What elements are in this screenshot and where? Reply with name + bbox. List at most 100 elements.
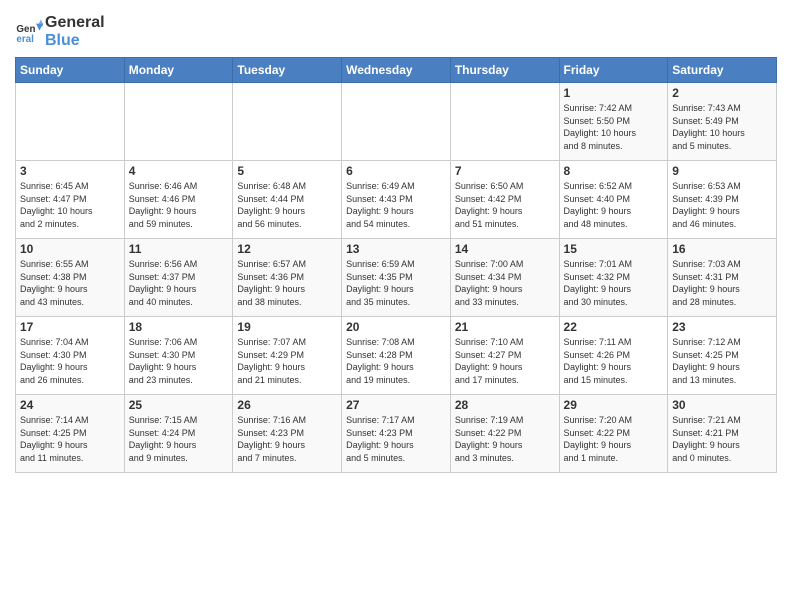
calendar-cell: 2 Sunrise: 7:43 AM Sunset: 5:49 PM Daylig… <box>668 83 777 161</box>
calendar-cell: 10 Sunrise: 6:55 AM Sunset: 4:38 PM Dayli… <box>16 239 125 317</box>
day-info: Sunrise: 7:01 AM Sunset: 4:32 PM Dayligh… <box>564 258 664 308</box>
calendar-cell: 9 Sunrise: 6:53 AM Sunset: 4:39 PM Daylig… <box>668 161 777 239</box>
calendar-cell: 3Sunrise: 6:45 AM Sunset: 4:47 PM Daylig… <box>16 161 125 239</box>
day-info: Sunrise: 6:52 AM Sunset: 4:40 PM Dayligh… <box>564 180 664 230</box>
calendar-cell: 27 Sunrise: 7:17 AM Sunset: 4:23 PM Dayli… <box>342 395 451 473</box>
day-number: 29 <box>564 398 664 412</box>
day-number: 10 <box>20 242 120 256</box>
logo-text: General Blue <box>45 14 105 49</box>
day-info: Sunrise: 7:15 AM Sunset: 4:24 PM Dayligh… <box>129 414 229 464</box>
weekday-header-tuesday: Tuesday <box>233 58 342 83</box>
day-number: 27 <box>346 398 446 412</box>
header: Gen eral General Blue <box>15 10 777 49</box>
day-number: 12 <box>237 242 337 256</box>
calendar-cell: 16Sunrise: 7:03 AM Sunset: 4:31 PM Dayli… <box>668 239 777 317</box>
calendar-cell: 5Sunrise: 6:48 AM Sunset: 4:44 PM Daylig… <box>233 161 342 239</box>
calendar-cell: 13 Sunrise: 6:59 AM Sunset: 4:35 PM Dayli… <box>342 239 451 317</box>
calendar-cell: 8 Sunrise: 6:52 AM Sunset: 4:40 PM Daylig… <box>559 161 668 239</box>
weekday-header-monday: Monday <box>124 58 233 83</box>
day-info: Sunrise: 6:46 AM Sunset: 4:46 PM Dayligh… <box>129 180 229 230</box>
day-number: 23 <box>672 320 772 334</box>
day-info: Sunrise: 7:43 AM Sunset: 5:49 PM Dayligh… <box>672 102 772 152</box>
day-number: 4 <box>129 164 229 178</box>
day-number: 8 <box>564 164 664 178</box>
day-number: 2 <box>672 86 772 100</box>
day-info: Sunrise: 7:14 AM Sunset: 4:25 PM Dayligh… <box>20 414 120 464</box>
weekday-header-saturday: Saturday <box>668 58 777 83</box>
day-info: Sunrise: 6:56 AM Sunset: 4:37 PM Dayligh… <box>129 258 229 308</box>
calendar-cell: 12 Sunrise: 6:57 AM Sunset: 4:36 PM Dayli… <box>233 239 342 317</box>
day-number: 7 <box>455 164 555 178</box>
day-info: Sunrise: 7:19 AM Sunset: 4:22 PM Dayligh… <box>455 414 555 464</box>
day-info: Sunrise: 7:00 AM Sunset: 4:34 PM Dayligh… <box>455 258 555 308</box>
calendar-body: 1 Sunrise: 7:42 AM Sunset: 5:50 PM Daylig… <box>16 83 777 473</box>
day-info: Sunrise: 7:10 AM Sunset: 4:27 PM Dayligh… <box>455 336 555 386</box>
day-info: Sunrise: 6:50 AM Sunset: 4:42 PM Dayligh… <box>455 180 555 230</box>
calendar-cell: 17 Sunrise: 7:04 AM Sunset: 4:30 PM Dayli… <box>16 317 125 395</box>
svg-text:eral: eral <box>16 33 34 44</box>
day-number: 15 <box>564 242 664 256</box>
calendar-week-2: 3Sunrise: 6:45 AM Sunset: 4:47 PM Daylig… <box>16 161 777 239</box>
day-info: Sunrise: 6:49 AM Sunset: 4:43 PM Dayligh… <box>346 180 446 230</box>
day-info: Sunrise: 6:53 AM Sunset: 4:39 PM Dayligh… <box>672 180 772 230</box>
day-number: 1 <box>564 86 664 100</box>
calendar-cell: 20Sunrise: 7:08 AM Sunset: 4:28 PM Dayli… <box>342 317 451 395</box>
calendar-cell: 14Sunrise: 7:00 AM Sunset: 4:34 PM Dayli… <box>450 239 559 317</box>
logo-icon: Gen eral <box>15 18 43 46</box>
calendar-cell: 11 Sunrise: 6:56 AM Sunset: 4:37 PM Dayli… <box>124 239 233 317</box>
day-info: Sunrise: 7:17 AM Sunset: 4:23 PM Dayligh… <box>346 414 446 464</box>
calendar-week-5: 24 Sunrise: 7:14 AM Sunset: 4:25 PM Dayli… <box>16 395 777 473</box>
day-number: 21 <box>455 320 555 334</box>
day-number: 22 <box>564 320 664 334</box>
day-info: Sunrise: 7:04 AM Sunset: 4:30 PM Dayligh… <box>20 336 120 386</box>
calendar-cell <box>124 83 233 161</box>
day-info: Sunrise: 7:42 AM Sunset: 5:50 PM Dayligh… <box>564 102 664 152</box>
calendar-cell: 4 Sunrise: 6:46 AM Sunset: 4:46 PM Daylig… <box>124 161 233 239</box>
calendar-cell: 25Sunrise: 7:15 AM Sunset: 4:24 PM Dayli… <box>124 395 233 473</box>
day-number: 20 <box>346 320 446 334</box>
calendar-cell: 22 Sunrise: 7:11 AM Sunset: 4:26 PM Dayli… <box>559 317 668 395</box>
day-info: Sunrise: 7:11 AM Sunset: 4:26 PM Dayligh… <box>564 336 664 386</box>
day-info: Sunrise: 6:45 AM Sunset: 4:47 PM Dayligh… <box>20 180 120 230</box>
calendar-week-1: 1 Sunrise: 7:42 AM Sunset: 5:50 PM Daylig… <box>16 83 777 161</box>
day-info: Sunrise: 7:06 AM Sunset: 4:30 PM Dayligh… <box>129 336 229 386</box>
day-number: 26 <box>237 398 337 412</box>
day-number: 30 <box>672 398 772 412</box>
calendar-cell: 7 Sunrise: 6:50 AM Sunset: 4:42 PM Daylig… <box>450 161 559 239</box>
day-number: 28 <box>455 398 555 412</box>
calendar-cell: 18 Sunrise: 7:06 AM Sunset: 4:30 PM Dayli… <box>124 317 233 395</box>
calendar-cell <box>342 83 451 161</box>
day-number: 9 <box>672 164 772 178</box>
calendar-header: SundayMondayTuesdayWednesdayThursdayFrid… <box>16 58 777 83</box>
calendar-cell: 19Sunrise: 7:07 AM Sunset: 4:29 PM Dayli… <box>233 317 342 395</box>
day-info: Sunrise: 7:20 AM Sunset: 4:22 PM Dayligh… <box>564 414 664 464</box>
day-info: Sunrise: 6:55 AM Sunset: 4:38 PM Dayligh… <box>20 258 120 308</box>
day-info: Sunrise: 6:59 AM Sunset: 4:35 PM Dayligh… <box>346 258 446 308</box>
day-info: Sunrise: 7:16 AM Sunset: 4:23 PM Dayligh… <box>237 414 337 464</box>
calendar-cell <box>16 83 125 161</box>
calendar-cell <box>450 83 559 161</box>
day-number: 11 <box>129 242 229 256</box>
weekday-header-friday: Friday <box>559 58 668 83</box>
day-number: 16 <box>672 242 772 256</box>
day-number: 24 <box>20 398 120 412</box>
day-number: 13 <box>346 242 446 256</box>
logo: Gen eral General Blue <box>15 14 105 49</box>
day-number: 6 <box>346 164 446 178</box>
calendar-cell: 15 Sunrise: 7:01 AM Sunset: 4:32 PM Dayli… <box>559 239 668 317</box>
calendar-cell: 6 Sunrise: 6:49 AM Sunset: 4:43 PM Daylig… <box>342 161 451 239</box>
calendar-week-4: 17 Sunrise: 7:04 AM Sunset: 4:30 PM Dayli… <box>16 317 777 395</box>
day-info: Sunrise: 6:48 AM Sunset: 4:44 PM Dayligh… <box>237 180 337 230</box>
day-info: Sunrise: 6:57 AM Sunset: 4:36 PM Dayligh… <box>237 258 337 308</box>
weekday-header-wednesday: Wednesday <box>342 58 451 83</box>
weekday-header-thursday: Thursday <box>450 58 559 83</box>
weekday-header-sunday: Sunday <box>16 58 125 83</box>
calendar-cell <box>233 83 342 161</box>
day-number: 19 <box>237 320 337 334</box>
calendar-cell: 23Sunrise: 7:12 AM Sunset: 4:25 PM Dayli… <box>668 317 777 395</box>
calendar-cell: 29 Sunrise: 7:20 AM Sunset: 4:22 PM Dayli… <box>559 395 668 473</box>
day-number: 18 <box>129 320 229 334</box>
calendar-week-3: 10 Sunrise: 6:55 AM Sunset: 4:38 PM Dayli… <box>16 239 777 317</box>
day-number: 17 <box>20 320 120 334</box>
calendar-cell: 30Sunrise: 7:21 AM Sunset: 4:21 PM Dayli… <box>668 395 777 473</box>
